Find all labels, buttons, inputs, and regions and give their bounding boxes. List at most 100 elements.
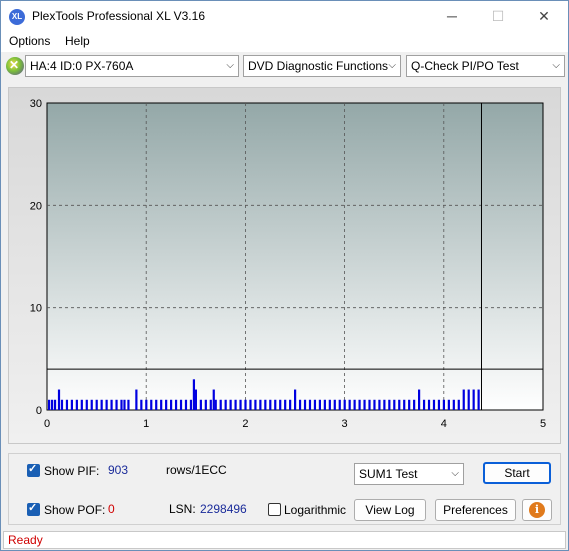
data-bar <box>323 399 326 410</box>
y-tick-label: 30 <box>30 98 42 110</box>
drive-select[interactable]: HA:4 ID:0 PX-760A ⌵ <box>25 55 239 77</box>
chevron-down-icon: ⌵ <box>552 60 560 71</box>
data-bar <box>472 389 475 410</box>
data-bar <box>204 399 207 410</box>
y-tick-label: 20 <box>30 200 42 212</box>
pof-value: 0 <box>108 502 115 516</box>
logarithmic-checkbox[interactable] <box>268 503 281 516</box>
data-bar <box>294 389 297 410</box>
data-bar <box>47 399 51 410</box>
data-bar <box>170 399 173 410</box>
menu-options[interactable]: Options <box>9 34 50 48</box>
data-bar <box>115 399 118 410</box>
show-pof-checkbox[interactable] <box>27 501 40 516</box>
data-bar <box>105 399 108 410</box>
data-bar <box>140 399 143 410</box>
data-bar <box>308 399 312 410</box>
data-bar <box>224 399 227 410</box>
data-bar <box>437 399 441 410</box>
data-bar <box>85 399 88 410</box>
data-bar <box>477 389 480 410</box>
menu-help[interactable]: Help <box>65 34 90 48</box>
data-bar <box>239 399 242 410</box>
data-bar <box>70 399 73 410</box>
data-bar <box>209 399 212 410</box>
data-bar <box>179 399 183 410</box>
x-tick-label: 3 <box>342 418 348 430</box>
show-pof-label: Show POF: <box>44 503 106 517</box>
controls-panel: Show PIF: 903 rows/1ECC SUM1 Test ⌵ Star… <box>8 453 561 525</box>
data-bar <box>368 399 371 410</box>
data-bar <box>373 399 376 410</box>
data-bar <box>318 399 321 410</box>
data-bar <box>90 399 93 410</box>
data-bar <box>60 399 64 410</box>
data-bar <box>184 399 188 410</box>
data-bar <box>289 399 292 410</box>
menu-bar: Options Help <box>1 32 568 52</box>
y-tick-label: 0 <box>36 405 42 417</box>
start-button[interactable]: Start <box>483 462 551 484</box>
data-bar <box>422 399 426 410</box>
drive-icon <box>6 57 24 75</box>
data-bar <box>219 399 222 410</box>
minimize-button[interactable]: ─ <box>429 1 475 32</box>
data-bar <box>378 399 381 410</box>
data-bar <box>212 389 215 410</box>
app-window: XL PlexTools Professional XL V3.16 ─ ☐ ✕… <box>0 0 569 551</box>
chart-panel: 0 1 2 3 4 5 0 10 20 30 <box>8 87 561 444</box>
info-icon: i <box>529 502 545 518</box>
chevron-down-icon: ⌵ <box>451 468 459 479</box>
data-bar <box>189 399 193 410</box>
data-bar <box>393 399 396 410</box>
data-bar <box>53 399 57 410</box>
x-tick-label: 1 <box>143 418 149 430</box>
preferences-button[interactable]: Preferences <box>435 499 516 521</box>
data-bar <box>120 399 123 410</box>
plot-area <box>46 102 544 411</box>
info-button[interactable]: i <box>522 499 552 521</box>
lsn-value: 2298496 <box>200 502 247 516</box>
lsn-label: LSN: <box>169 502 196 516</box>
data-bar <box>75 399 78 410</box>
function-select[interactable]: DVD Diagnostic Functions ⌵ <box>243 55 401 77</box>
toolbar: HA:4 ID:0 PX-760A ⌵ DVD Diagnostic Funct… <box>1 53 568 79</box>
sum-test-select[interactable]: SUM1 Test ⌵ <box>354 463 464 485</box>
data-bar <box>432 399 436 410</box>
data-bar <box>398 399 401 410</box>
show-pif-label: Show PIF: <box>44 464 100 478</box>
rows-unit-label: rows/1ECC <box>166 463 227 477</box>
data-bar <box>155 399 158 410</box>
data-bar <box>298 399 302 410</box>
data-bar <box>408 399 411 410</box>
window-title: PlexTools Professional XL V3.16 <box>32 9 205 23</box>
data-bar <box>363 399 366 410</box>
data-bar <box>57 389 61 410</box>
data-bar <box>264 399 267 410</box>
data-bar <box>457 399 460 410</box>
data-bar <box>65 399 69 410</box>
maximize-button[interactable]: ☐ <box>475 1 521 32</box>
show-pif-checkbox[interactable] <box>27 462 40 477</box>
data-bar <box>249 399 252 410</box>
data-bar <box>244 399 247 410</box>
y-tick-label: 10 <box>30 303 42 315</box>
data-bar <box>194 389 197 410</box>
data-bar <box>279 399 282 410</box>
logarithmic-label: Logarithmic <box>284 503 347 517</box>
data-bar <box>427 399 431 410</box>
data-bar <box>348 399 351 410</box>
test-select[interactable]: Q-Check PI/PO Test ⌵ <box>406 55 565 77</box>
data-bar <box>214 399 217 410</box>
data-bar <box>199 399 202 410</box>
data-bar <box>413 399 416 410</box>
view-log-button[interactable]: View Log <box>354 499 426 521</box>
data-bar <box>403 399 406 410</box>
data-bar <box>467 389 470 410</box>
data-bar <box>333 399 336 410</box>
pif-value: 903 <box>108 463 129 477</box>
data-bar <box>174 399 178 410</box>
data-bar <box>328 399 331 410</box>
close-button[interactable]: ✕ <box>521 1 567 32</box>
data-bar <box>462 389 465 410</box>
